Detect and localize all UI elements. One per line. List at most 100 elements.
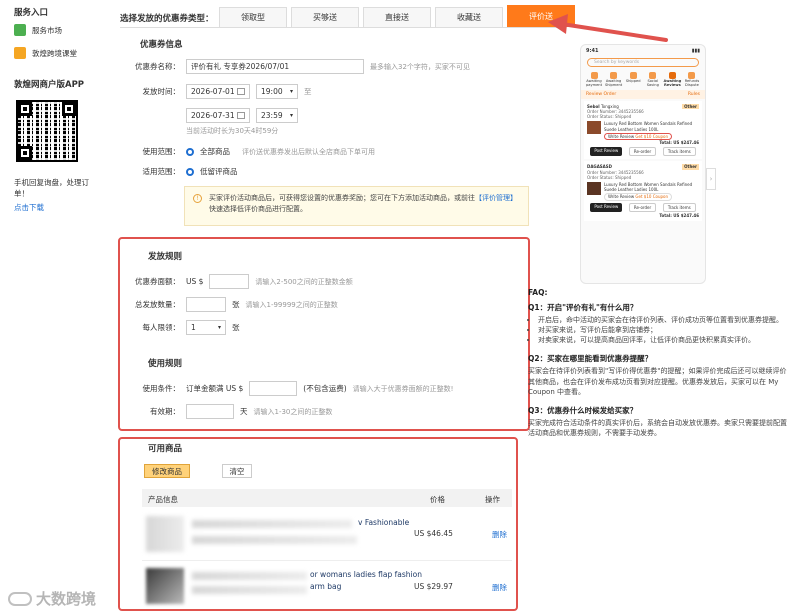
delete-link[interactable]: 删除	[492, 529, 507, 540]
blurred-text	[192, 536, 357, 544]
currency-label: US $	[186, 277, 204, 286]
download-link[interactable]: 点击下载	[14, 202, 44, 213]
table-row: or womans ladies flap fashion arm bag US…	[142, 562, 512, 608]
phone-nav-item: Shipped	[624, 72, 642, 88]
product-title[interactable]: v Fashionable	[358, 518, 409, 527]
faq-q1-point: 开启后，命中活动的买家会在待评价列表、评价成功页等位置看到优惠券提醒。	[538, 315, 790, 325]
end-time-row: 2026-07-31 23:59 ▾	[186, 108, 298, 123]
sidebar-item-classroom[interactable]: 敦煌跨境课堂	[14, 47, 77, 59]
row-divider	[142, 560, 512, 561]
coupon-name-label: 优惠券名称：	[135, 62, 180, 71]
end-date-input[interactable]: 2026-07-31	[186, 108, 250, 123]
total-quantity-hint: 请输入1-99999之间的正整数	[245, 300, 338, 309]
use-rules-heading: 使用规则	[148, 359, 183, 369]
tab-buy-gift[interactable]: 买够送	[291, 7, 359, 27]
start-time-select[interactable]: 19:00 ▾	[256, 84, 298, 99]
chevron-down-icon: ▾	[289, 88, 293, 95]
phone-nav-item: Social Saving	[644, 72, 662, 88]
product-thumbnail	[146, 568, 184, 604]
clear-products-button[interactable]: 清空	[222, 464, 252, 478]
product-title[interactable]: or womans ladies flap fashion	[310, 570, 422, 579]
review-management-link[interactable]: 【评价管理】	[475, 194, 517, 202]
face-value-hint: 请输入2-500之间的正整数金额	[255, 277, 353, 286]
phone-status-bar: 9:41 ▮▮▮	[581, 45, 705, 57]
face-value-row: 优惠券面额： US $ 请输入2-500之间的正整数金额	[126, 274, 353, 289]
products-heading: 可用商品	[148, 444, 183, 454]
phone-nav-item: Awaiting Shipment	[605, 72, 623, 88]
issue-time-row: 发放时间： 2026-07-01 19:00 ▾ 至	[132, 84, 312, 99]
face-value-label: 优惠券面额：	[135, 277, 180, 286]
apply-value: 低留评商品	[200, 167, 238, 176]
face-value-input[interactable]	[209, 274, 250, 289]
product-thumbnail	[146, 516, 184, 552]
end-date-value: 2026-07-31	[191, 111, 235, 120]
phone-order-card: DAGASASD Other Order Number: 3445235566 O…	[584, 161, 702, 221]
calendar-icon	[237, 88, 245, 95]
faq-q2-text: 买家会在待评价列表看到"写评价得优惠券"的提醒；如果评价完成后还可以继续评价其他…	[528, 367, 787, 396]
col-product-info: 产品信息	[148, 495, 178, 504]
use-condition-label: 使用条件：	[142, 384, 181, 393]
delete-link[interactable]: 删除	[492, 582, 507, 593]
product-title-line2: arm bag	[310, 582, 342, 591]
validity-row: 有效期： 天 请输入1-30之间的正整数	[126, 404, 332, 419]
blurred-text	[192, 572, 307, 580]
issue-time-label: 发放时间：	[142, 87, 181, 96]
issue-rules-heading: 发放规则	[148, 252, 183, 262]
end-time-value: 23:59	[261, 111, 283, 120]
apply-scope-label: 适用范围：	[142, 167, 181, 176]
col-action: 操作	[485, 495, 500, 504]
scope-radio[interactable]	[186, 147, 194, 156]
app-description: 手机回复询盘，处理订单！	[14, 178, 89, 199]
start-date-input[interactable]: 2026-07-01	[186, 84, 250, 99]
coupon-name-input[interactable]: 评价有礼 专享券2026/07/01	[186, 59, 364, 74]
watermark-logo-icon	[8, 591, 32, 606]
phone-time: 9:41	[586, 48, 599, 54]
faq-q1-point: 对卖家来说，可以提高商品回评率，让低评价商品更快积累真实评价。	[538, 335, 790, 345]
highlight-arrow-icon	[548, 14, 668, 42]
order-product-image	[587, 181, 601, 195]
faq-q3-text: 买家完成符合活动条件的真实评价后，系统会自动发放优惠券。卖家只需要提前配置活动商…	[528, 418, 787, 437]
start-date-value: 2026-07-01	[191, 87, 235, 96]
apply-scope-row: 适用范围： 低留评商品	[132, 166, 238, 177]
use-condition-row: 使用条件： 订单金额满 US $ (不包含运费) 请输入大于优惠券面额的正整数!	[126, 381, 453, 396]
limit-unit: 张	[232, 323, 240, 332]
per-user-limit-label: 每人限领：	[142, 323, 181, 332]
per-user-limit-select[interactable]: 1 ▾	[186, 320, 226, 335]
use-scope-row: 使用范围： 全部商品 评价送优惠券发出后默认全店商品下单可用	[132, 146, 376, 157]
notice-tail: 快速选择低评价商品进行配置。	[209, 205, 307, 214]
end-time-select[interactable]: 23:59 ▾	[256, 108, 298, 123]
phone-nav: Awaiting payment Awaiting Shipment Shipp…	[581, 68, 705, 90]
blurred-text	[192, 586, 307, 594]
chevron-right-icon[interactable]: ›	[706, 168, 716, 190]
notice-text: 买家评价活动商品后，可获得您设置的优惠券奖励；您可在下方添加活动商品，或前往	[209, 194, 475, 202]
validity-hint: 请输入1-30之间的正整数	[253, 407, 333, 416]
per-user-limit-row: 每人限领： 1 ▾ 张	[126, 320, 240, 335]
total-unit: 张	[232, 300, 240, 309]
validity-input[interactable]	[186, 404, 234, 419]
coupon-name-row: 优惠券名称： 评价有礼 专享券2026/07/01 最多输入32个字符，买家不可…	[132, 59, 470, 74]
scope-value: 全部商品	[200, 147, 230, 156]
total-quantity-input[interactable]	[186, 297, 226, 312]
coupon-type-tabs: 领取型 买够送 直接送 收藏送 评价送	[215, 5, 575, 27]
signal-icon: ▮▮▮	[691, 48, 700, 54]
phone-nav-item: Refunds Dispute	[683, 72, 701, 88]
col-price: 价格	[430, 495, 445, 504]
calendar-icon	[237, 112, 245, 119]
watermark: 大数跨境	[8, 588, 96, 609]
blurred-text	[192, 520, 352, 528]
validity-label: 有效期：	[150, 407, 180, 416]
modify-products-button[interactable]: 修改商品	[144, 464, 190, 478]
watermark-text: 大数跨境	[36, 590, 97, 608]
chevron-down-icon: ▾	[289, 112, 293, 119]
tabs-divider	[120, 27, 560, 28]
use-condition-input[interactable]	[249, 381, 298, 396]
apply-radio[interactable]	[186, 167, 194, 176]
tab-favorite[interactable]: 收藏送	[435, 7, 503, 27]
faq-q1-list: 开启后，命中活动的买家会在待评价列表、评价成功页等位置看到优惠券提醒。 对买家来…	[528, 315, 790, 345]
sidebar-item-service-market[interactable]: 服务市场	[14, 24, 62, 36]
sidebar-item-label: 敦煌跨境课堂	[32, 48, 77, 58]
tab-direct[interactable]: 直接送	[363, 7, 431, 27]
to-label: 至	[304, 87, 312, 96]
product-price: US $29.97	[414, 582, 453, 591]
tab-claim[interactable]: 领取型	[219, 7, 287, 27]
